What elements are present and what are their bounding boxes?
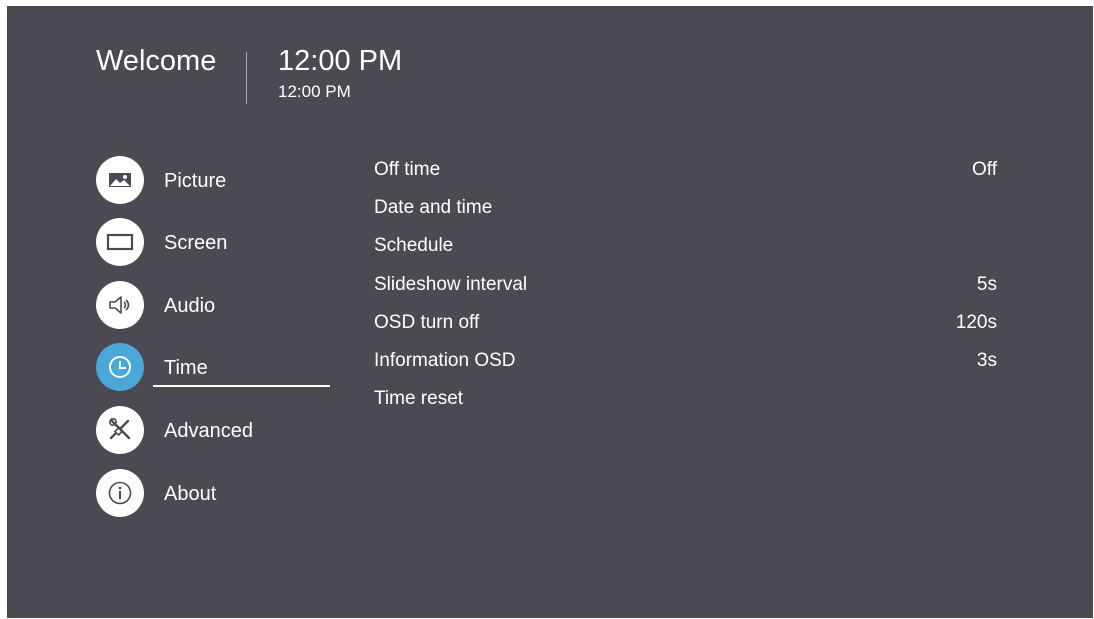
sidebar-item-label: Audio (164, 295, 216, 317)
setting-value: 5s (976, 274, 997, 295)
sidebar-item-label: Advanced (164, 420, 253, 442)
sidebar-item-screen[interactable]: Screen (96, 218, 336, 268)
osd-menu: Welcome 12:00 PM 12:00 PM Picture Screen (7, 6, 1093, 618)
screen-icon (96, 218, 144, 266)
sidebar-item-audio[interactable]: Audio (96, 281, 336, 331)
picture-icon (96, 156, 144, 204)
sidebar-item-label: About (164, 483, 217, 505)
setting-value: Off (972, 159, 997, 180)
setting-label: Off time (374, 159, 441, 180)
sidebar-item-label: Screen (164, 232, 228, 254)
tools-icon (96, 406, 144, 454)
setting-schedule[interactable]: Schedule (374, 232, 997, 260)
setting-label: OSD turn off (374, 312, 480, 333)
sidebar-item-picture[interactable]: Picture (96, 156, 336, 206)
setting-osd-turn-off[interactable]: OSD turn off 120s (374, 309, 997, 337)
header-divider (246, 52, 247, 104)
active-item-underline (153, 385, 330, 387)
sidebar-item-advanced[interactable]: Advanced (96, 406, 336, 456)
clock-time: 12:00 PM (278, 45, 403, 77)
setting-off-time[interactable]: Off time Off (374, 156, 997, 184)
setting-value: 3s (976, 350, 997, 371)
setting-information-osd[interactable]: Information OSD 3s (374, 347, 997, 375)
setting-value: 120s (955, 312, 997, 333)
speaker-icon (96, 281, 144, 329)
info-icon (96, 469, 144, 517)
setting-label: Schedule (374, 235, 454, 256)
sidebar-item-about[interactable]: About (96, 469, 336, 519)
setting-label: Information OSD (374, 350, 516, 371)
setting-label: Slideshow interval (374, 274, 528, 295)
clock-icon (96, 343, 144, 391)
setting-label: Date and time (374, 197, 493, 218)
sidebar-item-label: Picture (164, 170, 227, 192)
setting-date-and-time[interactable]: Date and time (374, 194, 997, 222)
welcome-title: Welcome (96, 45, 217, 77)
sidebar-item-label: Time (164, 357, 208, 379)
clock-time-secondary: 12:00 PM (278, 82, 351, 101)
setting-slideshow-interval[interactable]: Slideshow interval 5s (374, 271, 997, 299)
setting-time-reset[interactable]: Time reset (374, 385, 997, 413)
setting-label: Time reset (374, 388, 464, 409)
